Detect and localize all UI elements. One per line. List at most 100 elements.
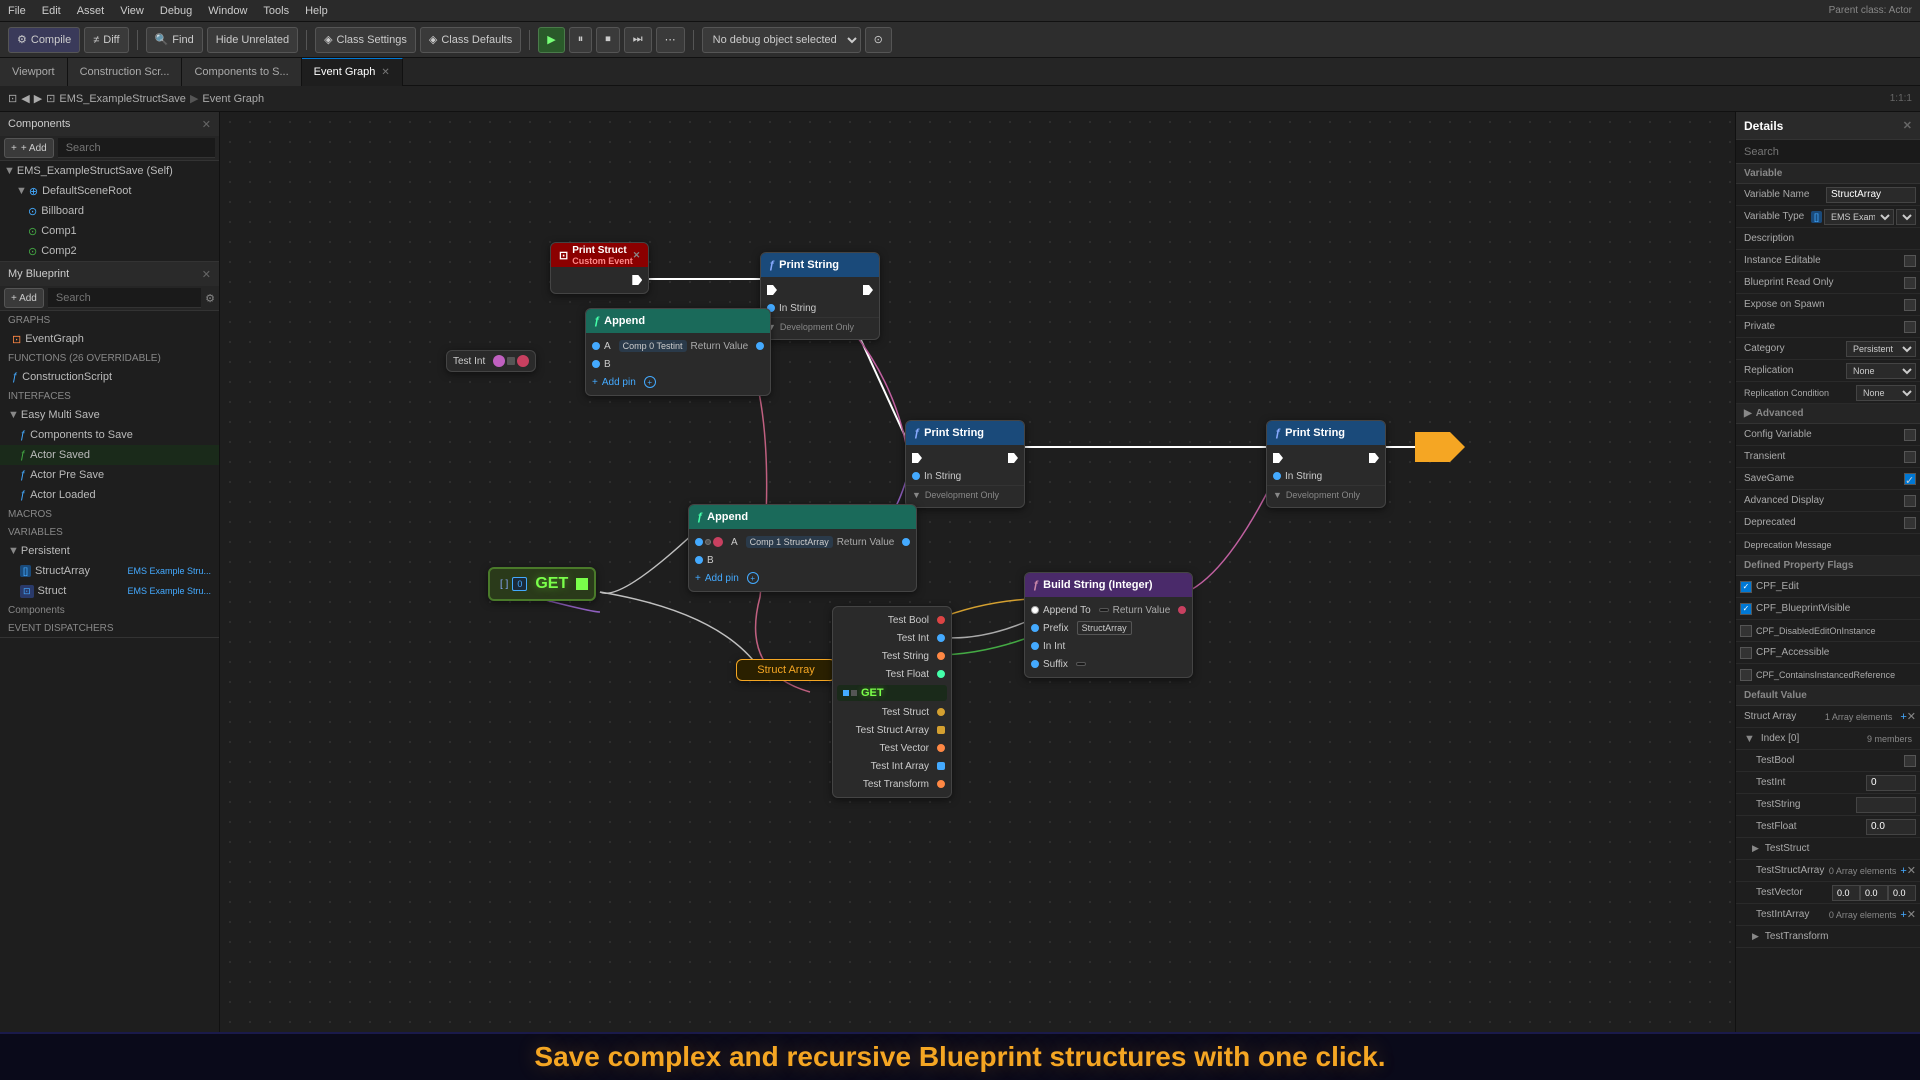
details-search-input[interactable]	[1736, 140, 1920, 164]
cpp-disabled-checkbox[interactable]	[1740, 625, 1752, 637]
easy-multi-save-item[interactable]: ▼ Easy Multi Save	[0, 405, 219, 425]
append2-add-pin[interactable]: + Add pin +	[689, 569, 916, 587]
expose-spawn-checkbox[interactable]	[1904, 299, 1916, 311]
actor-saved-item[interactable]: ƒ Actor Saved	[0, 445, 219, 465]
bp-search-input[interactable]	[48, 288, 201, 308]
variables-header[interactable]: VARIABLES	[0, 523, 219, 541]
test-int-node[interactable]: Test Int	[446, 350, 536, 372]
play-button[interactable]: ▶	[538, 27, 564, 53]
add-bp-button[interactable]: + Add	[4, 288, 44, 308]
variable-type-select[interactable]: EMS Example ...	[1824, 209, 1894, 225]
breadcrumb-part2[interactable]: Event Graph	[202, 93, 264, 105]
event-graph-item[interactable]: ⊡ EventGraph	[0, 329, 219, 349]
tab-construction[interactable]: Construction Scr...	[68, 58, 183, 86]
blueprint-read-only-checkbox[interactable]	[1904, 277, 1916, 289]
breadcrumb-nav-left[interactable]: ◀	[21, 92, 29, 105]
more-play-options[interactable]: ⋯	[656, 27, 685, 53]
components-header[interactable]: Components ✕	[0, 112, 219, 136]
default-value-section[interactable]: Default Value	[1736, 686, 1920, 706]
tab-components[interactable]: Components to S...	[182, 58, 301, 86]
cpp-blueprint-visible-checkbox[interactable]: ✓	[1740, 603, 1752, 615]
property-flags-section[interactable]: Defined Property Flags	[1736, 556, 1920, 576]
variable-name-input[interactable]	[1826, 187, 1916, 203]
actor-loaded-item[interactable]: ƒ Actor Loaded	[0, 485, 219, 505]
breadcrumb-part1[interactable]: EMS_ExampleStructSave	[59, 93, 186, 105]
testbool-checkbox[interactable]	[1904, 755, 1916, 767]
variable-type-array-select[interactable]	[1896, 209, 1916, 225]
actor-pre-save-item[interactable]: ƒ Actor Pre Save	[0, 465, 219, 485]
cpp-accessible-checkbox[interactable]	[1740, 647, 1752, 659]
teststring-input[interactable]	[1856, 797, 1916, 813]
bp-settings-icon[interactable]: ⚙	[205, 292, 215, 305]
advanced-section[interactable]: ▶ Advanced	[1736, 404, 1920, 424]
testfloat-input[interactable]	[1866, 819, 1916, 835]
debug-extra-button[interactable]: ⊙	[865, 27, 892, 53]
append-2-node[interactable]: ƒ Append A Comp 1 StructArray Return Val…	[688, 504, 917, 592]
close-tab-icon[interactable]: ✕	[381, 67, 389, 78]
testvector-x-input[interactable]	[1832, 885, 1860, 901]
testint-input[interactable]	[1866, 775, 1916, 791]
comp2-item[interactable]: ⊙ Comp2	[0, 241, 219, 261]
menu-asset[interactable]: Asset	[77, 5, 105, 17]
menu-edit[interactable]: Edit	[42, 5, 61, 17]
construction-script-item[interactable]: ƒ ConstructionScript	[0, 367, 219, 387]
functions-header[interactable]: FUNCTIONS (26 OVERRIDABLE)	[0, 349, 219, 367]
stop-button[interactable]: ⏹	[596, 27, 620, 53]
tab-viewport[interactable]: Viewport	[0, 58, 68, 86]
deprecated-checkbox[interactable]	[1904, 517, 1916, 529]
macros-header[interactable]: MACROS	[0, 505, 219, 523]
config-variable-checkbox[interactable]	[1904, 429, 1916, 441]
components-search-input[interactable]	[58, 138, 215, 158]
my-blueprint-header[interactable]: My Blueprint ✕	[0, 262, 219, 286]
breadcrumb-nav-right[interactable]: ▶	[34, 92, 42, 105]
diff-button[interactable]: ≠ Diff	[84, 27, 128, 53]
replication-select[interactable]: None	[1846, 363, 1916, 379]
menu-tools[interactable]: Tools	[263, 5, 289, 17]
replication-condition-select[interactable]: None	[1856, 385, 1916, 401]
class-defaults-button[interactable]: ◈ Class Defaults	[420, 27, 521, 53]
class-settings-button[interactable]: ◈ Class Settings	[315, 27, 416, 53]
print-string-3-node[interactable]: ƒ Print String In String ▼ Development O…	[1266, 420, 1386, 508]
struct-var-item[interactable]: ⊡ Struct EMS Example Stru...	[0, 581, 219, 601]
billboard-item[interactable]: ⊙ Billboard	[0, 201, 219, 221]
print-string-2-node[interactable]: ƒ Print String In String ▼ Development O…	[905, 420, 1025, 508]
advanced-display-checkbox[interactable]	[1904, 495, 1916, 507]
remove-element-button[interactable]: ✕	[1907, 710, 1916, 723]
testvector-z-input[interactable]	[1888, 885, 1916, 901]
append1-add-pin[interactable]: + Add pin +	[586, 373, 770, 391]
cpp-contains-checkbox[interactable]	[1740, 669, 1752, 681]
struct-array-label-node[interactable]: Struct Array	[736, 659, 836, 681]
tab-event-graph[interactable]: Event Graph ✕	[302, 58, 403, 86]
menu-file[interactable]: File	[8, 5, 26, 17]
menu-help[interactable]: Help	[305, 5, 328, 17]
graphs-header[interactable]: GRAPHS	[0, 311, 219, 329]
save-game-checkbox[interactable]: ✓	[1904, 473, 1916, 485]
scene-root-item[interactable]: ▼ ⊕ DefaultSceneRoot	[0, 181, 219, 201]
transient-checkbox[interactable]	[1904, 451, 1916, 463]
private-checkbox[interactable]	[1904, 321, 1916, 333]
testvector-y-input[interactable]	[1860, 885, 1888, 901]
details-close-icon[interactable]: ✕	[1903, 119, 1912, 132]
debug-object-select[interactable]: No debug object selected	[702, 27, 861, 53]
self-item[interactable]: ▼ EMS_ExampleStructSave (Self)	[0, 161, 219, 181]
build-string-node[interactable]: ƒ Build String (Integer) Append To Retur…	[1024, 572, 1193, 678]
pause-button[interactable]: ⏸	[569, 27, 593, 53]
comp1-item[interactable]: ⊙ Comp1	[0, 221, 219, 241]
components-close-icon[interactable]: ✕	[202, 118, 211, 131]
struct-detail-node[interactable]: Test Bool Test Int Test String Test Floa…	[832, 606, 952, 798]
testintarray-remove-icon[interactable]: ✕	[1907, 908, 1916, 921]
print-string-1-node[interactable]: ƒ Print String In String ▼ Development O…	[760, 252, 880, 340]
menu-debug[interactable]: Debug	[160, 5, 192, 17]
category-select[interactable]: Persistent	[1846, 341, 1916, 357]
menu-window[interactable]: Window	[208, 5, 247, 17]
event-dispatchers-header[interactable]: EVENT DISPATCHERS	[0, 619, 219, 637]
cpp-edit-checkbox[interactable]: ✓	[1740, 581, 1752, 593]
find-button[interactable]: 🔍 Find	[146, 27, 203, 53]
instance-editable-checkbox[interactable]	[1904, 255, 1916, 267]
persistent-header-item[interactable]: ▼ Persistent	[0, 541, 219, 561]
components-sub-header[interactable]: Components	[0, 601, 219, 619]
print-struct-close[interactable]: ✕	[633, 250, 641, 261]
struct-array-var-item[interactable]: [] StructArray EMS Example Stru...	[0, 561, 219, 581]
step-button[interactable]: ⏭	[624, 27, 652, 53]
hide-unrelated-button[interactable]: Hide Unrelated	[207, 27, 298, 53]
